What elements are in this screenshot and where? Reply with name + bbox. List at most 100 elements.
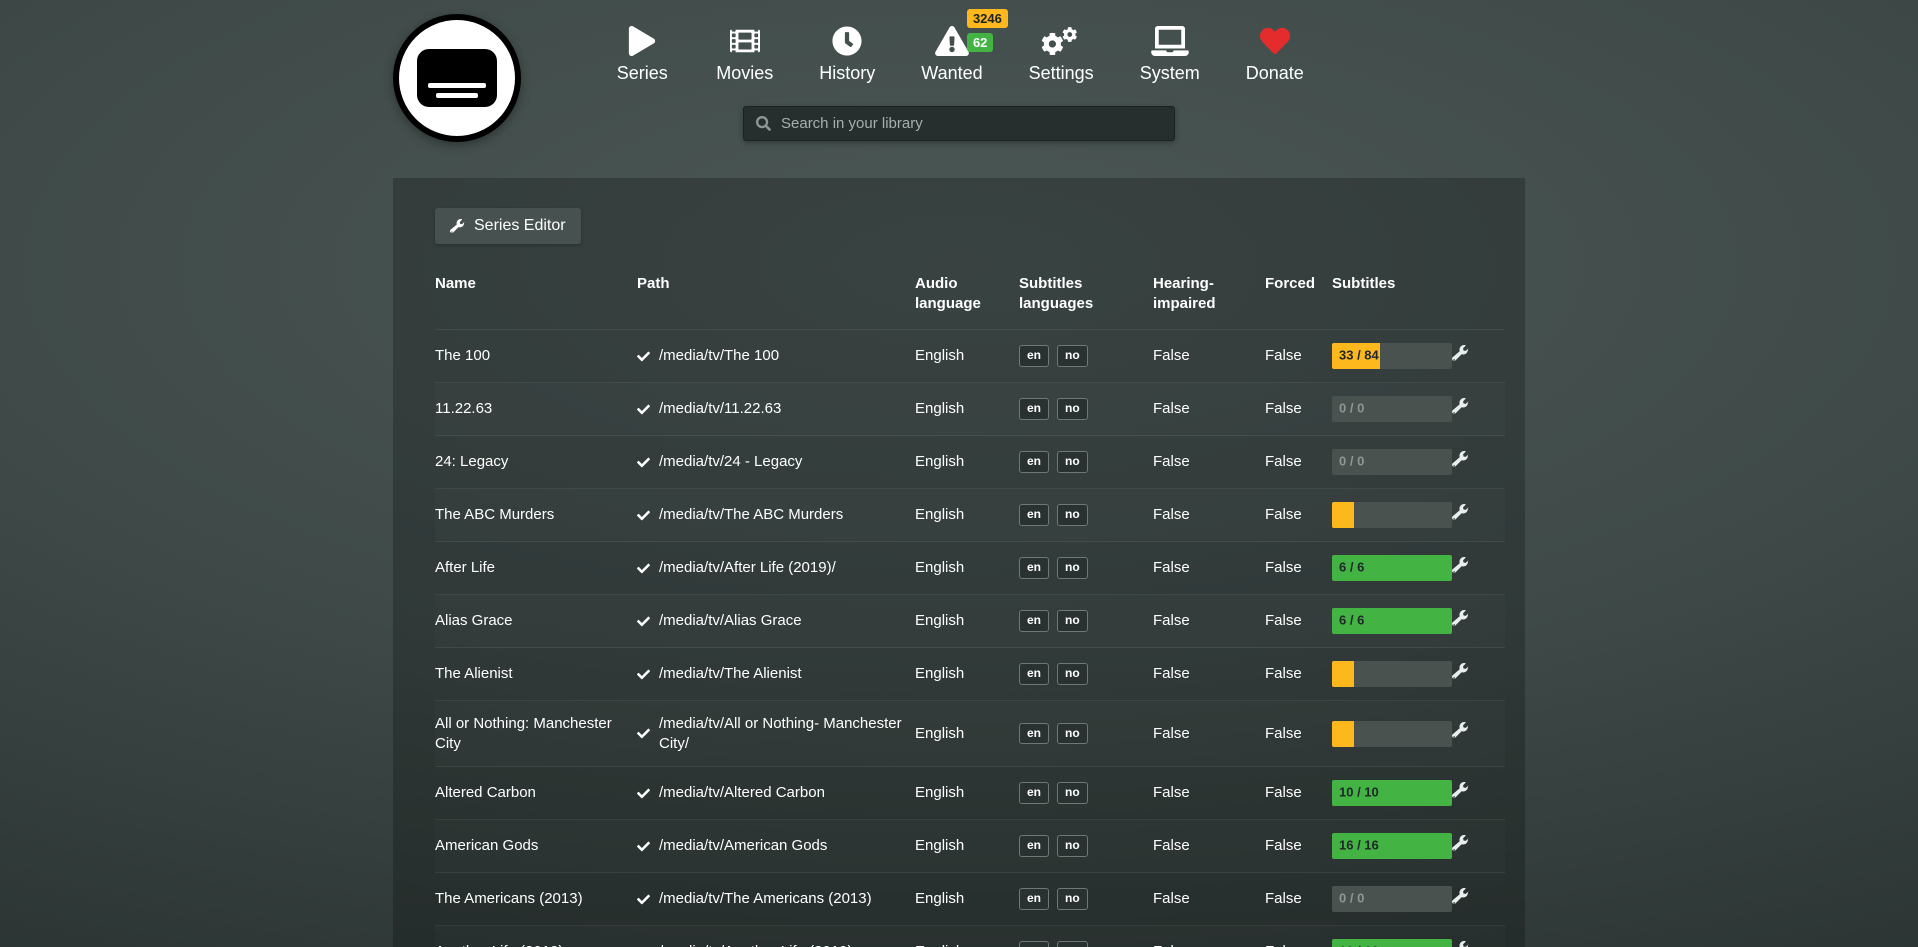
edit-series-wrench-icon[interactable] (1452, 835, 1469, 852)
search-icon (756, 116, 771, 131)
col-path: Path (637, 274, 915, 330)
series-path: /media/tv/The 100 (659, 346, 779, 366)
series-name-link[interactable]: 24: Legacy (435, 436, 637, 489)
series-name-link[interactable]: Alias Grace (435, 595, 637, 648)
edit-series-wrench-icon[interactable] (1452, 663, 1469, 680)
edit-series-wrench-icon[interactable] (1452, 610, 1469, 627)
series-name-link[interactable]: American Gods (435, 820, 637, 873)
nav-item-settings[interactable]: Settings (1029, 22, 1094, 84)
language-badge: no (1057, 723, 1088, 744)
subtitle-languages: enno (1019, 595, 1153, 648)
nav-item-history[interactable]: History (819, 22, 875, 84)
edit-series-wrench-icon[interactable] (1452, 888, 1469, 905)
subtitles-progress-bar: 0 / 0 (1332, 396, 1452, 422)
series-name-link[interactable]: After Life (435, 542, 637, 595)
subtitles-progress-bar: 10 / 10 (1332, 939, 1452, 947)
audio-language-value: English (915, 542, 1019, 595)
audio-language-value: English (915, 767, 1019, 820)
edit-series-wrench-icon[interactable] (1452, 782, 1469, 799)
subtitle-languages: enno (1019, 436, 1153, 489)
language-badge: no (1057, 941, 1088, 947)
col-forced: Forced (1265, 274, 1332, 330)
subtitles-progress-bar: 6 / 6 (1332, 608, 1452, 634)
subtitles-progress-bar: 6 / 6 (1332, 555, 1452, 581)
bazarr-app: Series Movies History 3246 62 (0, 0, 1918, 947)
nav-item-donate[interactable]: Donate (1246, 22, 1304, 84)
wanted-badges: 3246 62 (967, 9, 1008, 52)
language-badge: no (1057, 835, 1088, 856)
main-nav: Series Movies History 3246 62 (393, 22, 1525, 84)
series-table: Name Path Audio language Subtitles langu… (435, 274, 1505, 947)
wrench-icon (450, 219, 465, 234)
audio-language-value: English (915, 595, 1019, 648)
series-name-link[interactable]: The Alienist (435, 648, 637, 701)
nav-item-wanted[interactable]: 3246 62 Wanted (921, 22, 982, 84)
table-row: The 100 /media/tv/The 100 English enno F… (435, 330, 1505, 383)
search-bar[interactable] (743, 106, 1175, 141)
series-name-link[interactable]: The ABC Murders (435, 489, 637, 542)
subtitle-languages: enno (1019, 330, 1153, 383)
audio-language-value: English (915, 436, 1019, 489)
language-badge: en (1019, 723, 1049, 744)
series-name-link[interactable]: All or Nothing: Manchester City (435, 701, 637, 767)
edit-series-wrench-icon[interactable] (1452, 557, 1469, 574)
edit-series-wrench-icon[interactable] (1452, 941, 1469, 947)
search-input[interactable] (781, 115, 1162, 132)
language-badge: no (1057, 345, 1088, 366)
check-icon (637, 403, 650, 416)
forced-value: False (1265, 542, 1332, 595)
check-icon (637, 727, 650, 740)
series-path: /media/tv/11.22.63 (659, 399, 781, 419)
nav-item-system[interactable]: System (1140, 22, 1200, 84)
forced-value: False (1265, 595, 1332, 648)
series-editor-label: Series Editor (474, 217, 566, 235)
series-name-link[interactable]: 11.22.63 (435, 383, 637, 436)
col-subtitles-languages: Subtitles languages (1019, 274, 1153, 330)
nav-item-movies[interactable]: Movies (716, 22, 773, 84)
table-row: Another Life (2019) /media/tv/Another Li… (435, 926, 1505, 947)
edit-series-wrench-icon[interactable] (1452, 504, 1469, 521)
edit-series-wrench-icon[interactable] (1452, 722, 1469, 739)
subtitle-languages: enno (1019, 873, 1153, 926)
series-name-link[interactable]: Altered Carbon (435, 767, 637, 820)
progress-fill (1332, 721, 1354, 747)
progress-label: 16 / 16 (1339, 838, 1379, 855)
series-name-link[interactable]: The Americans (2013) (435, 873, 637, 926)
language-badge: en (1019, 888, 1049, 909)
series-path: /media/tv/American Gods (659, 836, 827, 856)
hearing-impaired-value: False (1153, 648, 1265, 701)
progress-label: 0 / 0 (1339, 401, 1364, 418)
forced-value: False (1265, 820, 1332, 873)
language-badge: en (1019, 345, 1049, 366)
table-row: The ABC Murders /media/tv/The ABC Murder… (435, 489, 1505, 542)
edit-series-wrench-icon[interactable] (1452, 398, 1469, 415)
series-name-link[interactable]: The 100 (435, 330, 637, 383)
language-badge: no (1057, 782, 1088, 803)
nav-label: Donate (1246, 63, 1304, 84)
forced-value: False (1265, 926, 1332, 947)
wanted-movies-count-badge: 62 (967, 33, 993, 52)
edit-series-wrench-icon[interactable] (1452, 345, 1469, 362)
table-row: All or Nothing: Manchester City /media/t… (435, 701, 1505, 767)
subtitle-languages: enno (1019, 648, 1153, 701)
subtitles-progress-bar: 0 / 0 (1332, 449, 1452, 475)
language-badge: en (1019, 504, 1049, 525)
progress-label: 6 / 6 (1339, 613, 1364, 630)
edit-series-wrench-icon[interactable] (1452, 451, 1469, 468)
series-path: /media/tv/All or Nothing- Manchester Cit… (659, 714, 903, 753)
language-badge: no (1057, 451, 1088, 472)
series-path: /media/tv/The Alienist (659, 664, 802, 684)
subtitle-languages: enno (1019, 383, 1153, 436)
progress-fill (1332, 661, 1354, 687)
nav-item-series[interactable]: Series (614, 22, 670, 84)
clock-icon (832, 22, 862, 56)
nav-label: Movies (716, 63, 773, 84)
hearing-impaired-value: False (1153, 873, 1265, 926)
series-name-link[interactable]: Another Life (2019) (435, 926, 637, 947)
forced-value: False (1265, 436, 1332, 489)
check-icon (637, 562, 650, 575)
language-badge: en (1019, 610, 1049, 631)
language-badge: en (1019, 451, 1049, 472)
series-editor-button[interactable]: Series Editor (435, 208, 581, 244)
audio-language-value: English (915, 648, 1019, 701)
